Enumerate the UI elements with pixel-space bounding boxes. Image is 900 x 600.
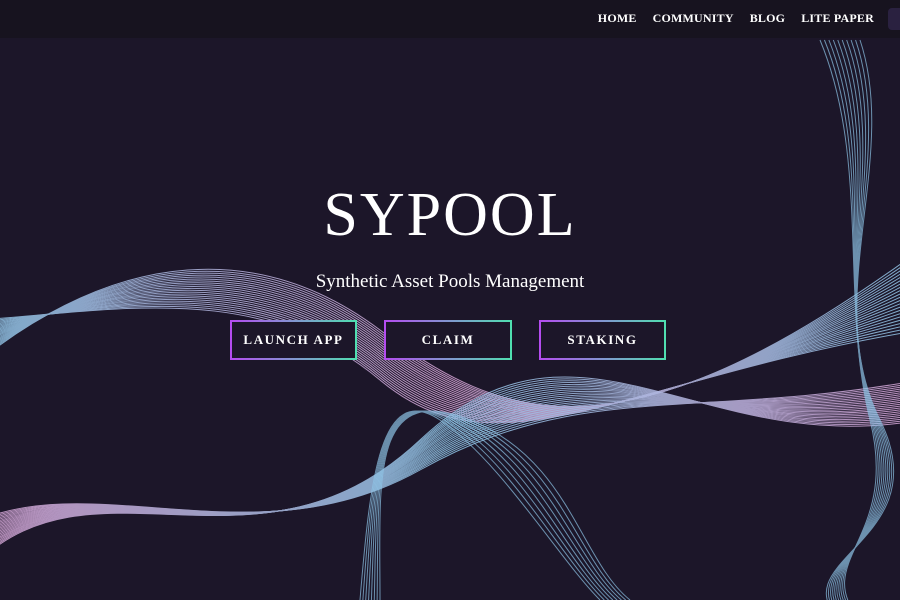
nav-community-link[interactable]: COMMUNITY <box>653 11 734 26</box>
main-nav: HOME COMMUNITY BLOG LITE PAPER <box>598 0 874 36</box>
top-navigation-bar: HOME COMMUNITY BLOG LITE PAPER <box>0 0 900 38</box>
nav-blog-link[interactable]: BLOG <box>750 11 785 26</box>
hero-title: SYPOOL <box>323 181 577 249</box>
launch-app-button[interactable]: LAUNCH APP <box>230 320 357 360</box>
claim-button[interactable]: CLAIM <box>384 320 512 360</box>
hero-subtitle: Synthetic Asset Pools Management <box>315 271 585 292</box>
nav-edge-button[interactable] <box>888 8 900 30</box>
nav-home-link[interactable]: HOME <box>598 11 637 26</box>
staking-button[interactable]: STAKING <box>539 320 666 360</box>
hero-section: SYPOOL Synthetic Asset Pools Management … <box>0 0 900 600</box>
nav-lite-paper-link[interactable]: LITE PAPER <box>801 11 874 26</box>
